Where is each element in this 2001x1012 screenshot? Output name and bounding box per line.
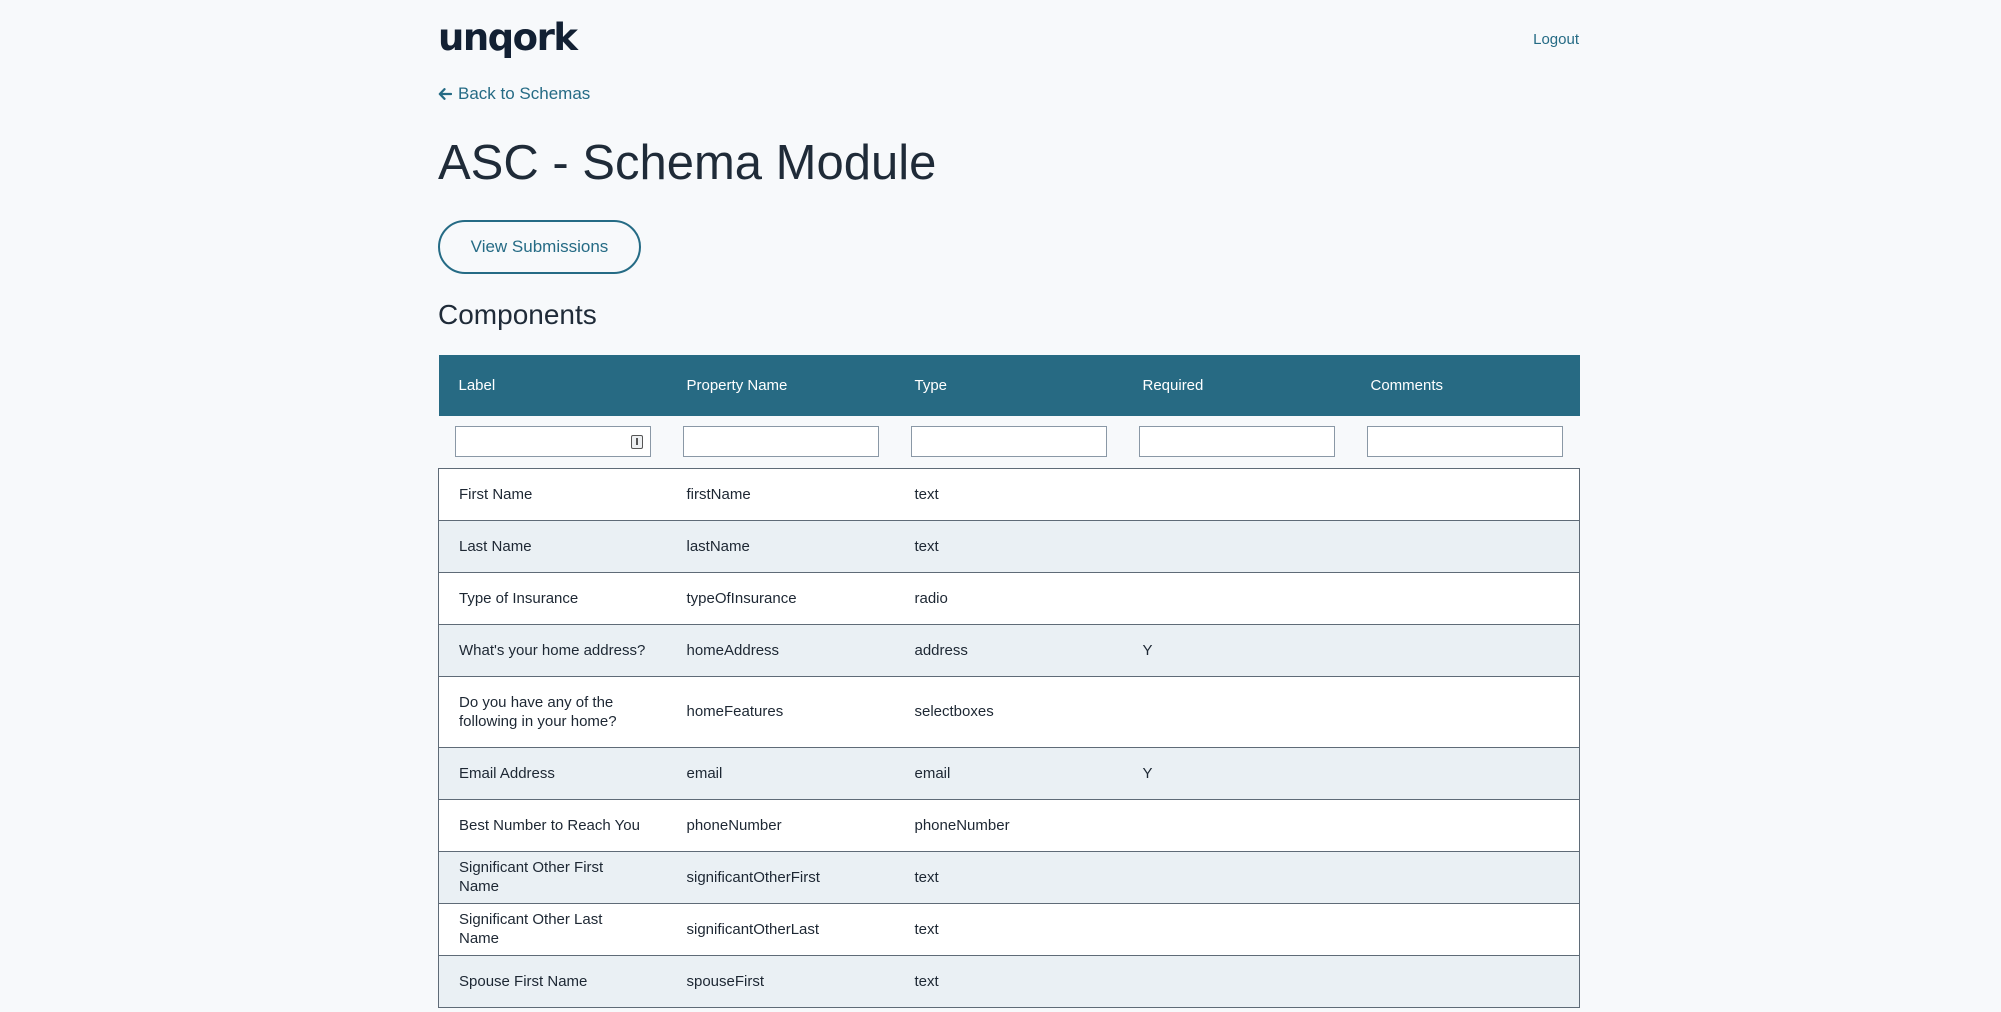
components-section-title: Components	[438, 299, 597, 330]
cell-property-name: phoneNumber	[666, 798, 895, 851]
cell-required	[1122, 571, 1351, 624]
type-filter-input[interactable]	[911, 427, 1106, 457]
table-row[interactable]: Email Address email email Y	[438, 746, 1580, 799]
cell-label: What's your home address?	[438, 623, 667, 676]
cell-property-name: typeOfInsurance	[666, 571, 895, 624]
cell-type: text	[894, 467, 1123, 520]
property-name-filter-field	[682, 426, 879, 458]
cell-property-name: email	[666, 746, 895, 799]
cell-comments	[1350, 850, 1580, 903]
cell-property-name: significantOtherFirst	[666, 850, 895, 903]
column-header-property-name[interactable]: Property Name	[666, 355, 895, 416]
cell-comments	[1350, 746, 1580, 799]
cell-required	[1122, 519, 1351, 572]
logout-link[interactable]: Logout	[1533, 31, 1579, 48]
cell-type: text	[894, 954, 1123, 1008]
cell-label: First Name	[438, 467, 667, 520]
table-row[interactable]: Significant Other Last Name significantO…	[438, 902, 1580, 955]
comments-filter-input[interactable]	[1367, 427, 1562, 457]
table-row[interactable]: Do you have any of the following in your…	[438, 675, 1580, 747]
main-container: unqork Logout Back to Schemas ASC - Sche…	[438, 0, 1580, 1008]
cell-required	[1122, 675, 1351, 747]
cell-required	[1122, 798, 1351, 851]
components-table: Label Property Name Type Required Commen…	[438, 355, 1580, 1008]
cell-property-name: spouseFirst	[666, 954, 895, 1008]
cell-comments	[1350, 623, 1580, 676]
cell-comments	[1350, 467, 1580, 520]
required-filter-input[interactable]	[1139, 427, 1334, 457]
cell-comments	[1350, 798, 1580, 851]
cell-label: Email Address	[438, 746, 667, 799]
table-row[interactable]: Best Number to Reach You phoneNumber pho…	[438, 798, 1580, 851]
filter-cell	[1122, 416, 1351, 468]
cell-comments	[1350, 675, 1580, 747]
cell-required	[1122, 954, 1351, 1008]
cell-label: Significant Other Last Name	[438, 902, 667, 955]
back-to-schemas-label: Back to Schemas	[458, 84, 591, 103]
cell-type: selectboxes	[894, 675, 1123, 747]
cell-comments	[1350, 902, 1580, 955]
type-filter-field	[910, 426, 1107, 458]
table-header-row: Label Property Name Type Required Commen…	[438, 355, 1580, 416]
cell-property-name: homeFeatures	[666, 675, 895, 747]
column-header-required[interactable]: Required	[1122, 355, 1351, 416]
column-header-type[interactable]: Type	[894, 355, 1123, 416]
components-table-wrapper: Label Property Name Type Required Commen…	[438, 355, 1580, 1008]
back-to-schemas-link[interactable]: Back to Schemas	[438, 84, 590, 104]
cell-type: text	[894, 902, 1123, 955]
cell-label: Type of Insurance	[438, 571, 667, 624]
cell-required	[1122, 467, 1351, 520]
table-row[interactable]: Spouse First Name spouseFirst text	[438, 954, 1580, 1008]
password-manager-icon[interactable]	[630, 435, 643, 450]
unqork-logo: unqork	[438, 16, 578, 59]
cell-property-name: firstName	[666, 467, 895, 520]
column-header-comments[interactable]: Comments	[1350, 355, 1580, 416]
table-row[interactable]: First Name firstName text	[438, 467, 1580, 520]
table-row[interactable]: Last Name lastName text	[438, 519, 1580, 572]
filter-cell	[1350, 416, 1580, 468]
table-row[interactable]: What's your home address? homeAddress ad…	[438, 623, 1580, 676]
cell-type: address	[894, 623, 1123, 676]
cell-type: text	[894, 850, 1123, 903]
table-filter-row	[438, 416, 1580, 468]
cell-comments	[1350, 519, 1580, 572]
property-name-filter-input[interactable]	[683, 427, 878, 457]
cell-type: text	[894, 519, 1123, 572]
filter-cell	[894, 416, 1123, 468]
page: unqork Logout Back to Schemas ASC - Sche…	[0, 0, 2001, 1012]
table-row[interactable]: Type of Insurance typeOfInsurance radio	[438, 571, 1580, 624]
cell-required	[1122, 902, 1351, 955]
cell-type: radio	[894, 571, 1123, 624]
cell-label: Spouse First Name	[438, 954, 667, 1008]
cell-type: phoneNumber	[894, 798, 1123, 851]
required-filter-field	[1138, 426, 1335, 458]
label-filter-input[interactable]	[455, 427, 650, 457]
cell-type: email	[894, 746, 1123, 799]
cell-property-name: homeAddress	[666, 623, 895, 676]
filter-cell	[438, 416, 667, 468]
table-row[interactable]: Significant Other First Name significant…	[438, 850, 1580, 903]
cell-label: Significant Other First Name	[438, 850, 667, 903]
table-body: First Name firstName text Last Name last…	[438, 467, 1580, 1008]
cell-label: Last Name	[438, 519, 667, 572]
cell-comments	[1350, 954, 1580, 1008]
column-header-label[interactable]: Label	[438, 355, 667, 416]
top-bar: unqork Logout	[438, 0, 1579, 60]
label-filter-field	[454, 426, 651, 458]
filter-cell	[666, 416, 895, 468]
page-title: ASC - Schema Module	[438, 136, 937, 190]
cell-property-name: lastName	[666, 519, 895, 572]
cell-required	[1122, 850, 1351, 903]
cell-label: Best Number to Reach You	[438, 798, 667, 851]
arrow-left-icon	[438, 88, 452, 100]
cell-label: Do you have any of the following in your…	[438, 675, 667, 747]
cell-property-name: significantOtherLast	[666, 902, 895, 955]
view-submissions-button[interactable]: View Submissions	[438, 220, 641, 274]
cell-required: Y	[1122, 623, 1351, 676]
comments-filter-field	[1366, 426, 1563, 458]
cell-comments	[1350, 571, 1580, 624]
cell-required: Y	[1122, 746, 1351, 799]
